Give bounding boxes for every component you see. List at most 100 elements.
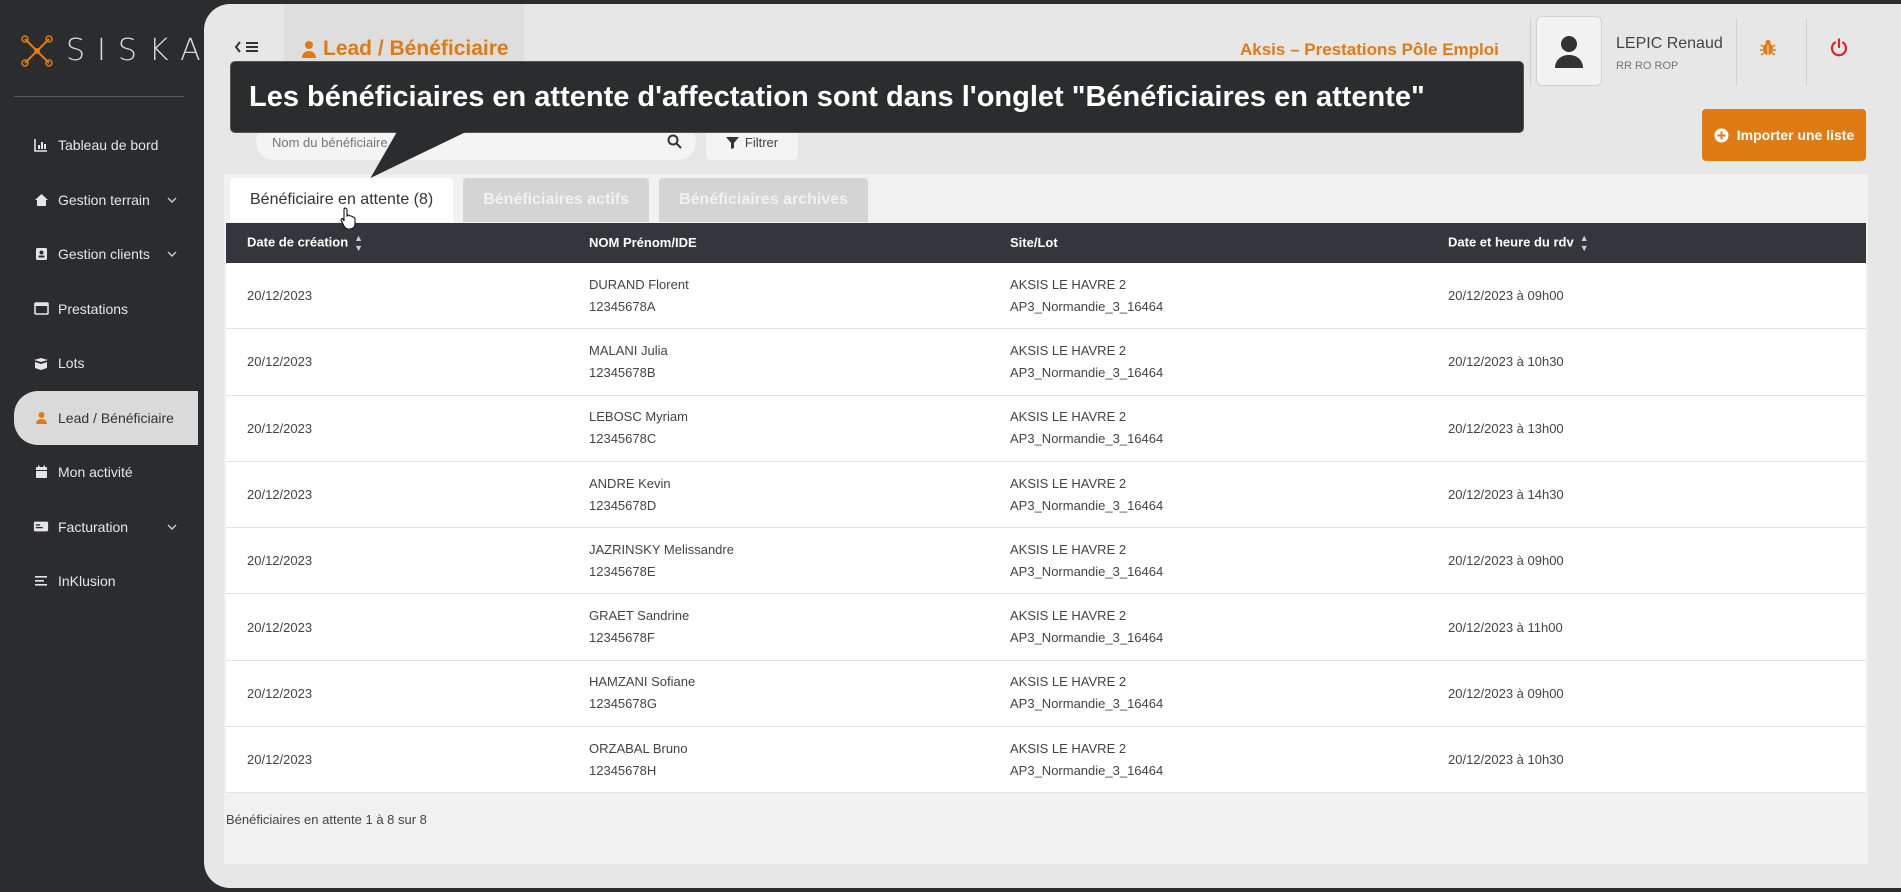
site-name: AKSIS LE HAVRE 2 xyxy=(1010,475,1127,491)
table-row[interactable]: 20/12/2023 HAMZANI Sofiane 12345678G AKSIS … xyxy=(226,661,1866,728)
cell-nom-ide: JAZRINSKY Melissandre 12345678E xyxy=(589,539,1010,583)
sidebar-item-lots[interactable]: Lots xyxy=(0,336,198,391)
tooltip-text: Les bénéficiaires en attente d'affectati… xyxy=(249,80,1425,113)
tab-beneficiaires-actifs[interactable]: Bénéficiaires actifs xyxy=(463,178,650,222)
header-separator xyxy=(1736,18,1737,86)
beneficiary-name: ANDRE Kevin xyxy=(589,475,671,491)
sidebar-item-prestations[interactable]: Prestations xyxy=(0,282,198,337)
beneficiary-ide: 12345678C xyxy=(589,431,657,447)
beneficiary-name: MALANI Julia xyxy=(589,342,668,358)
beneficiary-name: ORZABAL Bruno xyxy=(589,740,688,756)
cell-nom-ide: LEBOSC Myriam 12345678C xyxy=(589,406,1010,450)
sidebar-item-label: Gestion clients xyxy=(58,246,150,263)
sidebar-item-gestion-terrain[interactable]: Gestion terrain xyxy=(0,173,198,228)
site-name: AKSIS LE HAVRE 2 xyxy=(1010,276,1127,292)
sidebar-item-label: Lead / Bénéficiaire xyxy=(58,409,174,426)
sidebar-item-gestion-clients[interactable]: Gestion clients xyxy=(0,227,198,282)
table-row[interactable]: 20/12/2023 DURAND Florent 12345678A AKSIS L… xyxy=(226,263,1866,330)
sidebar-item-inklusion[interactable]: InKlusion xyxy=(0,554,198,609)
user-name: LEPIC Renaud xyxy=(1616,35,1723,52)
sort-icon: ▲ ▼ xyxy=(1579,233,1589,253)
avatar xyxy=(1536,16,1602,86)
user-avatar-icon xyxy=(1555,36,1583,68)
onboarding-tooltip: Les bénéficiaires en attente d'affectati… xyxy=(230,61,1524,133)
cell-date-creation: 20/12/2023 xyxy=(247,553,313,569)
beneficiary-name: DURAND Florent xyxy=(589,276,689,292)
cell-nom-ide: ORZABAL Bruno 12345678H xyxy=(589,738,1010,782)
column-header-site-lot: Site/Lot xyxy=(1010,235,1058,250)
cell-date-rdv: 20/12/2023 à 10h30 xyxy=(1448,354,1564,370)
table-row[interactable]: 20/12/2023 GRAET Sandrine 12345678F AKSIS L… xyxy=(226,594,1866,661)
lot-name: AP3_Normandie_3_16464 xyxy=(1010,696,1164,712)
sidebar-item-label: Tableau de bord xyxy=(58,137,159,154)
filter-icon xyxy=(725,136,739,149)
user-icon xyxy=(33,410,49,426)
siska-logo-icon xyxy=(21,34,53,67)
cell-date-creation: 20/12/2023 xyxy=(247,685,313,701)
cell-date-creation: 20/12/2023 xyxy=(247,752,313,768)
header-separator xyxy=(1806,18,1807,86)
cell-date-rdv: 20/12/2023 à 09h00 xyxy=(1448,288,1564,304)
pagination-summary: Bénéficiaires en attente 1 à 8 sur 8 xyxy=(226,812,427,827)
cell-date-rdv: 20/12/2023 à 10h30 xyxy=(1448,752,1564,768)
tab-beneficiaires-archives[interactable]: Bénéficiaires archives xyxy=(659,178,869,222)
collapse-menu-button[interactable] xyxy=(234,40,260,59)
beneficiary-ide: 12345678D xyxy=(589,497,657,513)
sidebar-item-label: InKlusion xyxy=(58,573,116,590)
sidebar-item-tableau-de-bord[interactable]: Tableau de bord xyxy=(0,118,198,173)
beneficiary-name: HAMZANI Sofiane xyxy=(589,674,696,690)
bug-report-button[interactable] xyxy=(1758,38,1778,63)
table-row[interactable]: 20/12/2023 JAZRINSKY Melissandre 12345678E… xyxy=(226,528,1866,595)
sidebar-item-mon-activite[interactable]: Mon activité xyxy=(0,445,198,500)
sidebar-item-label: Mon activité xyxy=(58,464,133,481)
header-separator xyxy=(1530,18,1531,86)
sidebar-item-label: Prestations xyxy=(58,300,129,317)
import-label: Importer une liste xyxy=(1736,127,1855,143)
logout-button[interactable] xyxy=(1829,38,1849,63)
beneficiary-ide: 12345678A xyxy=(589,298,656,314)
filter-label: Filtrer xyxy=(744,134,779,150)
brand-logo[interactable]: SISKA xyxy=(20,33,213,68)
sidebar-nav: Tableau de bord Gestion terrain Gestion … xyxy=(0,118,198,609)
column-header-date-creation[interactable]: Date de création ▲ ▼ xyxy=(226,233,589,253)
cell-nom-ide: MALANI Julia 12345678B xyxy=(589,340,1010,384)
cell-site-lot: AKSIS LE HAVRE 2 AP3_Normandie_3_16464 xyxy=(1010,406,1448,450)
cell-date-creation: 20/12/2023 xyxy=(247,487,313,503)
cell-site-lot: AKSIS LE HAVRE 2 AP3_Normandie_3_16464 xyxy=(1010,605,1448,649)
beneficiary-name: GRAET Sandrine xyxy=(589,608,690,624)
sidebar-item-label: Facturation xyxy=(58,518,129,535)
calendar-icon xyxy=(33,464,49,480)
mouse-cursor-icon xyxy=(340,207,356,229)
cell-date-rdv: 20/12/2023 à 11h00 xyxy=(1448,619,1563,635)
beneficiary-name: JAZRINSKY Melissandre xyxy=(589,541,734,557)
sidebar-item-lead-beneficiaire[interactable]: Lead / Bénéficiaire xyxy=(14,390,198,445)
table-row[interactable]: 20/12/2023 ANDRE Kevin 12345678D AKSIS LE H… xyxy=(226,462,1866,529)
page-title: Lead / Bénéficiaire xyxy=(301,37,509,61)
lot-name: AP3_Normandie_3_16464 xyxy=(1010,298,1164,314)
cell-nom-ide: ANDRE Kevin 12345678D xyxy=(589,473,1010,517)
brand-name: SISKA xyxy=(66,33,213,68)
user-menu[interactable]: LEPIC Renaud RR RO ROP xyxy=(1536,16,1736,86)
cell-nom-ide: GRAET Sandrine 12345678F xyxy=(589,605,1010,649)
sort-icon: ▲ ▼ xyxy=(354,233,364,253)
lot-name: AP3_Normandie_3_16464 xyxy=(1010,497,1164,513)
search-icon[interactable] xyxy=(667,134,682,149)
chevron-down-icon xyxy=(167,524,177,530)
lot-name: AP3_Normandie_3_16464 xyxy=(1010,563,1164,579)
page-title-text: Lead / Bénéficiaire xyxy=(323,37,509,60)
beneficiary-ide: 12345678B xyxy=(589,364,656,380)
chart-icon xyxy=(33,137,49,153)
column-header-nom: NOM Prénom/IDE xyxy=(589,235,697,250)
cell-date-creation: 20/12/2023 xyxy=(247,420,313,436)
table-row[interactable]: 20/12/2023 ORZABAL Bruno 12345678H AKSIS LE… xyxy=(226,727,1866,794)
cell-nom-ide: DURAND Florent 12345678A xyxy=(589,274,1010,318)
table-row[interactable]: 20/12/2023 MALANI Julia 12345678B AKSIS LE … xyxy=(226,329,1866,396)
column-header-date-rdv[interactable]: Date et heure du rdv ▲ ▼ xyxy=(1448,233,1866,253)
table-row[interactable]: 20/12/2023 LEBOSC Myriam 12345678C AKSIS LE… xyxy=(226,396,1866,462)
import-list-button[interactable]: Importer une liste xyxy=(1702,109,1866,161)
sidebar-item-facturation[interactable]: Facturation xyxy=(0,500,198,555)
box-icon xyxy=(33,355,49,371)
cell-date-creation: 20/12/2023 xyxy=(247,354,313,370)
cell-site-lot: AKSIS LE HAVRE 2 AP3_Normandie_3_16464 xyxy=(1010,539,1448,583)
sidebar-item-label: Lots xyxy=(58,355,85,372)
